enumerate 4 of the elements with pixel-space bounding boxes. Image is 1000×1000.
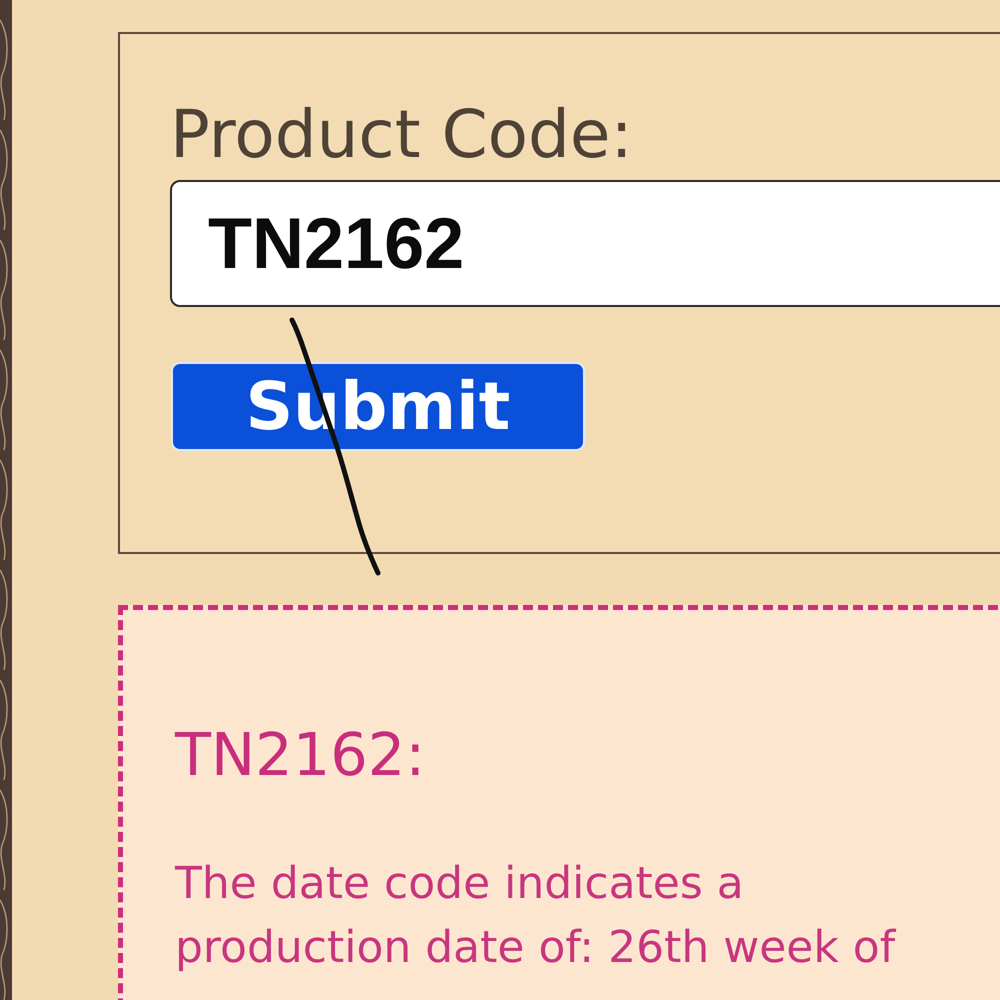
product-code-label: Product Code: [170,102,633,168]
product-code-input[interactable]: TN2162 [170,180,1000,307]
result-title: TN2162: [175,725,426,784]
result-text: The date code indicates a production date of: 26th week of [175,857,898,975]
